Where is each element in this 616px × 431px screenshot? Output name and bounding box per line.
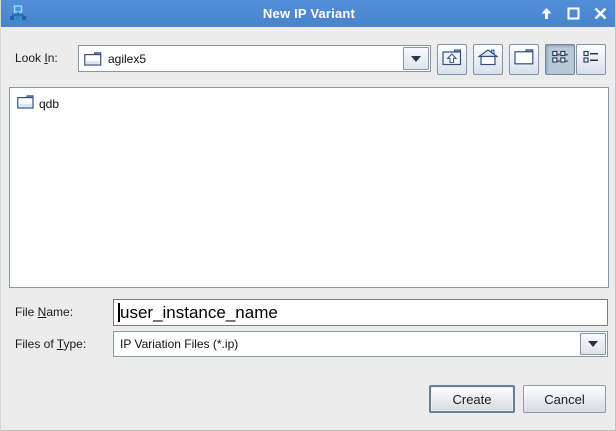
new-folder-icon — [514, 49, 534, 70]
window-title: New IP Variant — [262, 6, 356, 21]
look-in-dropdown-button[interactable] — [403, 47, 429, 70]
maximize-button[interactable] — [565, 6, 581, 22]
up-one-level-button[interactable] — [437, 44, 467, 75]
file-item-label: qdb — [39, 96, 60, 111]
details-view-icon — [583, 50, 599, 69]
folder-icon — [84, 51, 102, 66]
details-view-button[interactable] — [576, 44, 606, 75]
list-view-button[interactable] — [545, 44, 575, 75]
home-icon — [477, 48, 499, 71]
files-of-type-value: IP Variation Files (*.ip) — [120, 337, 239, 351]
home-button[interactable] — [473, 44, 503, 75]
file-list[interactable]: qdb — [9, 87, 609, 288]
rollup-button[interactable] — [538, 6, 554, 22]
file-name-label: File Name: — [15, 305, 74, 319]
cancel-button[interactable]: Cancel — [523, 385, 606, 413]
files-of-type-dropdown-button[interactable] — [580, 333, 606, 355]
file-name-field-wrap — [113, 299, 608, 326]
folder-icon — [17, 95, 34, 112]
look-in-value: agilex5 — [108, 51, 147, 66]
files-of-type-combobox[interactable]: IP Variation Files (*.ip) — [113, 331, 608, 357]
list-item[interactable]: qdb — [16, 94, 63, 113]
create-button[interactable]: Create — [429, 385, 515, 413]
chevron-down-icon — [411, 55, 421, 62]
list-view-icon — [552, 50, 568, 69]
chevron-down-icon — [588, 341, 598, 347]
look-in-combobox[interactable]: agilex5 — [78, 45, 431, 72]
new-folder-button[interactable] — [509, 44, 539, 75]
files-of-type-label: Files of Type: — [15, 337, 87, 351]
new-ip-variant-dialog: New IP Variant Look In: agilex5 qdb File… — [0, 0, 616, 431]
titlebar[interactable]: New IP Variant — [1, 0, 615, 27]
close-button[interactable] — [592, 6, 608, 22]
text-caret — [118, 303, 120, 322]
look-in-label: Look In: — [15, 51, 58, 65]
chooser-toolbar — [437, 44, 606, 75]
folder-up-icon — [442, 49, 462, 71]
file-name-input[interactable] — [114, 300, 607, 325]
